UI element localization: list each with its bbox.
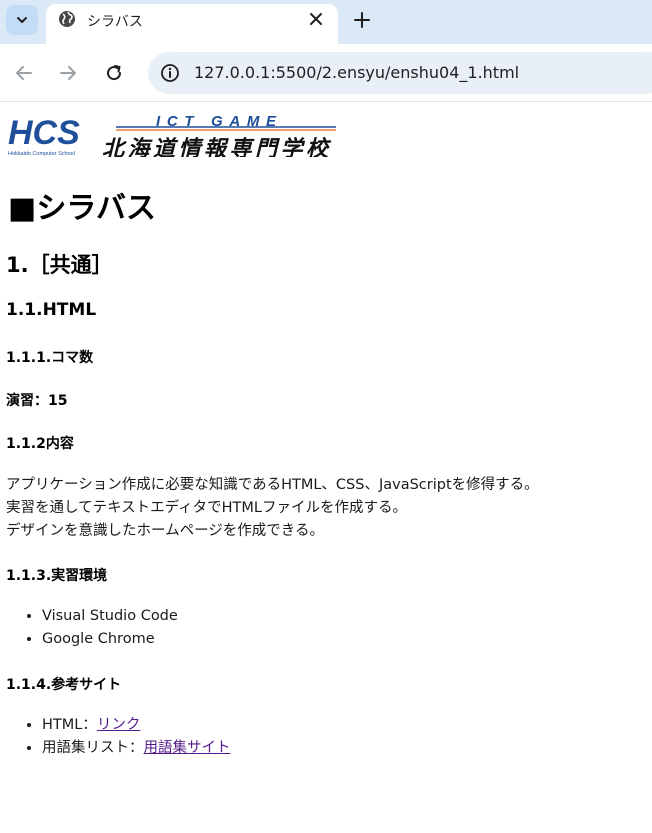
kankyou-heading: 1.1.3.実習環境 (6, 568, 108, 584)
list-item: HTML：リンク (42, 714, 231, 737)
kankyou-list: Visual Studio Code Google Chrome (0, 605, 178, 651)
back-arrow-icon[interactable] (14, 63, 34, 83)
naiyou-line: デザインを意識したホームページを作成できる。 (6, 523, 324, 539)
browser-toolbar: 127.0.0.1:5500/2.ensyu/enshu04_1.html (0, 44, 652, 102)
koma-heading: 1.1.1.コマ数 (6, 350, 94, 366)
logo-brand-sub: Hokkaido Computer School (8, 151, 75, 157)
logo-tagline: ICT GAME (156, 113, 277, 130)
tab-strip: シラバス (0, 0, 652, 44)
naiyou-line: アプリケーション作成に必要な知識であるHTML、CSS、JavaScriptを修… (6, 477, 539, 493)
address-bar[interactable]: 127.0.0.1:5500/2.ensyu/enshu04_1.html (148, 52, 652, 94)
page-content: HCS Hokkaido Computer School ICT GAME 北海… (0, 103, 652, 833)
forward-arrow-icon[interactable] (58, 63, 78, 83)
reload-icon[interactable] (104, 63, 124, 83)
tab-active[interactable]: シラバス (46, 4, 338, 44)
naiyou-heading: 1.1.2内容 (6, 436, 74, 452)
globe-icon (59, 11, 75, 27)
list-item: 用語集リスト：用語集サイト (42, 737, 231, 760)
list-item-label: HTML： (42, 717, 97, 733)
sankou-heading: 1.1.4.参考サイト (6, 677, 122, 693)
logo-school-name: 北海道情報専門学校 (102, 136, 332, 157)
html-reference-link[interactable]: リンク (97, 717, 141, 733)
site-info-icon[interactable] (160, 63, 180, 83)
naiyou-line: 実習を通してテキストエディタでHTMLファイルを作成する。 (6, 500, 407, 516)
koma-value: 演習：15 (6, 393, 68, 409)
list-item-label: 用語集リスト： (42, 740, 144, 756)
school-logo: HCS Hokkaido Computer School ICT GAME 北海… (8, 113, 336, 157)
close-icon[interactable] (308, 11, 324, 27)
logo-brand: HCS (8, 114, 80, 152)
chevron-down-icon (17, 17, 27, 23)
page-title: ■シラバス (8, 191, 157, 226)
list-item: Visual Studio Code (42, 605, 178, 628)
list-item: Google Chrome (42, 628, 178, 651)
section-common-heading: 1.［共通］ (6, 253, 113, 277)
tab-title: シラバス (87, 14, 143, 30)
sankou-list: HTML：リンク 用語集リスト：用語集サイト (0, 714, 231, 760)
glossary-site-link[interactable]: 用語集サイト (144, 740, 231, 756)
url-text: 127.0.0.1:5500/2.ensyu/enshu04_1.html (194, 63, 520, 82)
new-tab-icon[interactable] (352, 10, 372, 30)
section-html-heading: 1.1.HTML (6, 300, 97, 320)
tab-search-button[interactable] (6, 5, 38, 35)
naiyou-paragraph: アプリケーション作成に必要な知識であるHTML、CSS、JavaScriptを修… (6, 474, 539, 543)
